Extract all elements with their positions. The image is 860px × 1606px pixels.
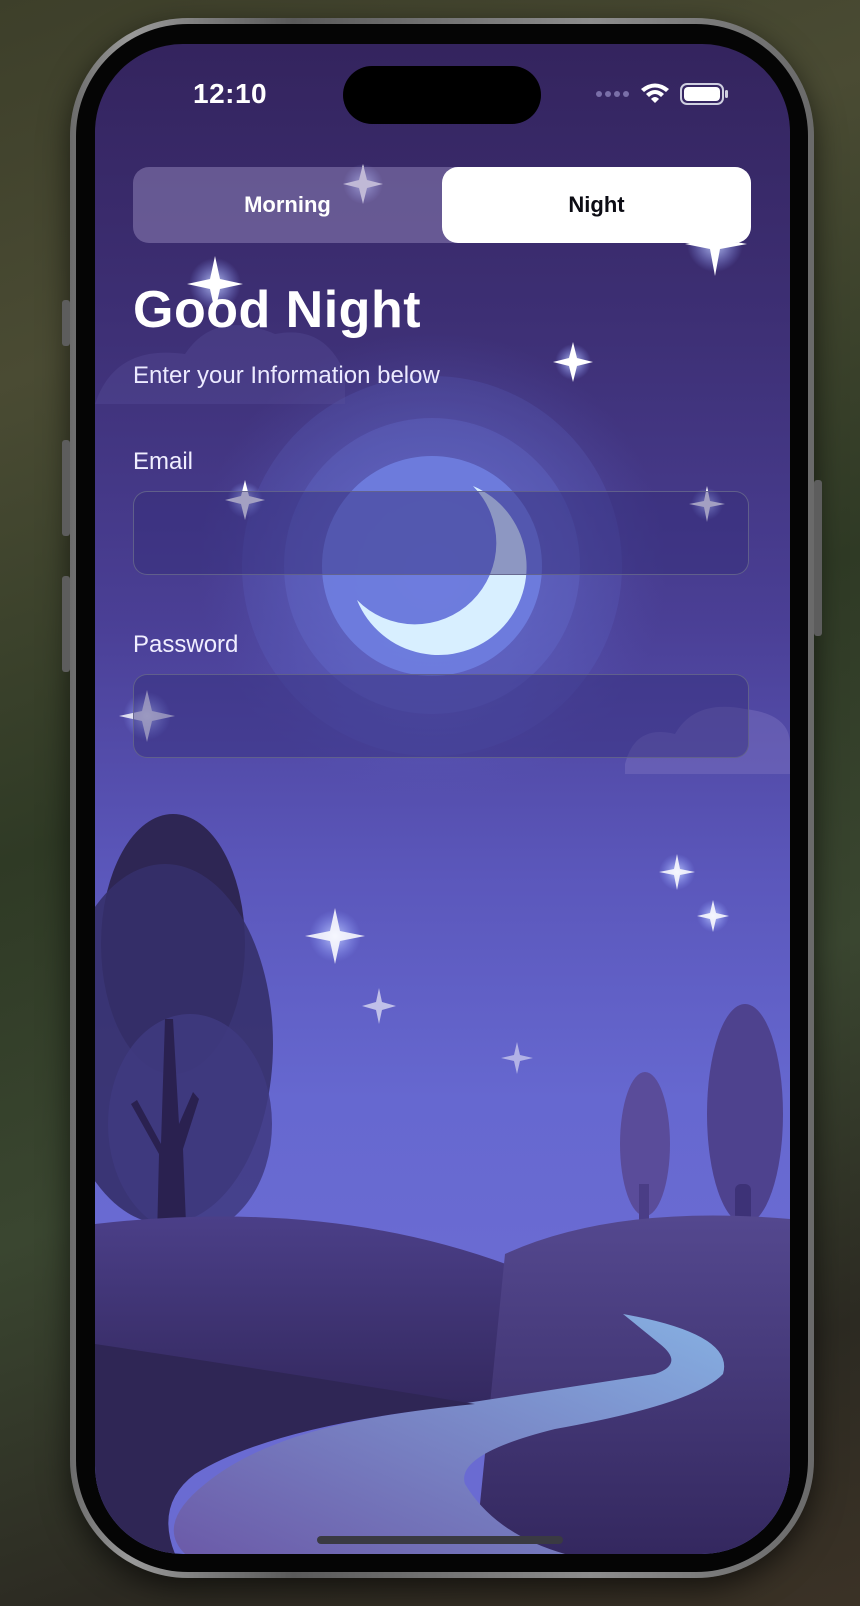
tab-night[interactable]: Night (442, 167, 751, 243)
page-subtitle: Enter your Information below (133, 362, 440, 389)
email-field[interactable] (133, 491, 749, 575)
email-label: Email (133, 448, 194, 475)
wifi-icon (641, 83, 669, 103)
volume-up-button (62, 440, 70, 536)
battery-icon (680, 83, 728, 105)
volume-down-button (62, 576, 70, 672)
signal-dots-icon (596, 91, 629, 97)
status-time: 12:10 (193, 78, 268, 109)
home-indicator[interactable] (317, 1536, 563, 1544)
action-button (62, 300, 70, 346)
password-label: Password (133, 631, 239, 658)
app-screen: 12:10 Morning Night Good Night Enter you… (95, 44, 790, 1554)
power-button (814, 480, 822, 636)
page-title: Good Night (133, 281, 422, 339)
mode-toggle: Morning Night (133, 167, 751, 243)
tab-morning[interactable]: Morning (133, 167, 442, 243)
dynamic-island (343, 66, 541, 124)
night-scene-illustration (95, 164, 790, 1554)
password-field[interactable] (133, 674, 749, 758)
status-icons (596, 82, 730, 106)
